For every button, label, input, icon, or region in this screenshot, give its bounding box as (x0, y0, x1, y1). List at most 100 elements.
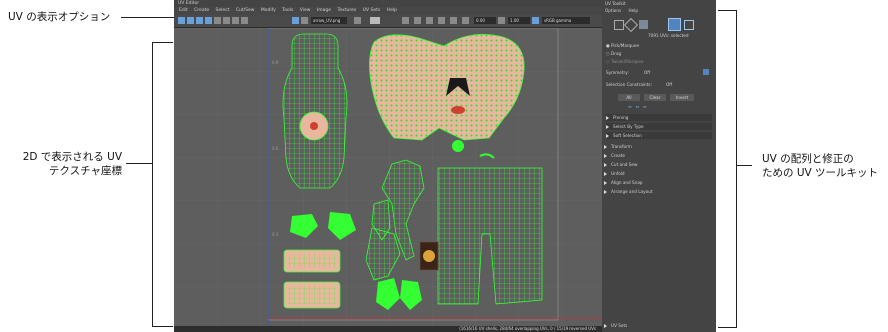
brightness-slider[interactable] (370, 17, 380, 24)
section-arrange-and-layout[interactable]: Arrange and Layout (604, 188, 710, 195)
callout-toolkit-line2: ための UV ツールキット (762, 167, 879, 179)
radio-pick-marquee[interactable]: ● Pick/Marquee (606, 43, 639, 48)
menu-create[interactable]: Create (194, 8, 209, 13)
radio-drag[interactable]: ○ Drag (606, 51, 621, 56)
menu-select[interactable]: Select (216, 8, 230, 13)
callout-line-toolkit (736, 165, 752, 166)
gamma-icon[interactable] (462, 17, 469, 24)
filter-display-icon[interactable] (205, 17, 212, 24)
radio-tweak-marquee-label: Tweak/Marquee (611, 59, 644, 64)
callout-display-options: UV の表示オプション (8, 11, 111, 23)
color-management-icon[interactable] (414, 17, 421, 24)
uv-edge-mode-icon[interactable] (623, 17, 639, 33)
section-uv-sets[interactable]: UV Sets (604, 322, 710, 329)
uv-shell-torso-hole (310, 122, 318, 130)
view-transform-icon[interactable] (532, 17, 539, 24)
v-tick-label: 0.3 (272, 232, 279, 237)
menu-help[interactable]: Help (387, 8, 397, 13)
menu-help[interactable]: Help (629, 8, 639, 13)
radio-tweak-marquee[interactable]: ○ Tweak/Marquee (606, 59, 644, 64)
uv-display-toolbar: arrow_UV.png 0.00 1.00 sRGB gamma (174, 15, 602, 28)
distortion-display-icon[interactable] (196, 17, 203, 24)
menu-modify[interactable]: Modify (261, 8, 276, 13)
uv-shell-small-dot[interactable] (452, 140, 464, 152)
texture-field[interactable]: arrow_UV.png (311, 17, 347, 24)
uv-shell-bar-top-mesh (288, 254, 336, 268)
uv-editor-title: UV Editor (174, 0, 602, 7)
section-create-label: Create (611, 153, 625, 158)
symmetry-dropdown[interactable]: Off (644, 70, 650, 75)
texture-select-icon[interactable] (301, 17, 308, 24)
shading-display-icon[interactable] (187, 17, 194, 24)
uv-status-bar: (1616/16 UV shells, 284/64 overlapping U… (174, 326, 602, 332)
section-cut-and-sew-label: Cut and Sew (611, 162, 638, 167)
radio-pick-marquee-label: Pick/Marquee (611, 43, 640, 48)
symmetry-label: Symmetry: (606, 70, 629, 75)
uv-editor-window: UV Editor Edit Create Select Cut/Sew Mod… (174, 0, 602, 332)
section-select-by-type[interactable]: Select By Type (606, 123, 712, 130)
callout-line-display-options (121, 17, 175, 18)
callout-bracket-toolkit (718, 10, 737, 328)
v-tick-label: 0.6 (272, 146, 279, 151)
uv-texture-view[interactable]: 0.9 0.6 0.3 (174, 28, 602, 326)
menu-edit[interactable]: Edit (179, 8, 188, 13)
menu-options[interactable]: Options (605, 8, 621, 13)
grid-display-icon[interactable] (214, 17, 221, 24)
uv-shell-emblem-badge (423, 250, 435, 262)
section-select-by-type-label: Select By Type (613, 124, 644, 129)
section-cut-and-sew[interactable]: Cut and Sew (604, 161, 710, 168)
pixel-snap-icon[interactable] (223, 17, 230, 24)
uv-editor-menubar: Edit Create Select Cut/Sew Modify Tools … (174, 7, 602, 15)
section-unfold-label: Unfold (611, 171, 625, 176)
menu-textures[interactable]: Textures (337, 8, 356, 13)
gamma-toggle-icon[interactable] (498, 17, 505, 24)
section-create[interactable]: Create (604, 152, 710, 159)
menu-image[interactable]: Image (317, 8, 331, 13)
uv-shell-mode-icon[interactable] (668, 18, 681, 31)
section-transform[interactable]: Transform (604, 143, 710, 150)
color-space-dropdown[interactable]: sRGB gamma (542, 17, 590, 24)
section-soft-selection[interactable]: Soft Selection (606, 132, 712, 139)
select-clear-button[interactable]: Clear (644, 94, 666, 101)
callout-uv-2d-line1: 2D で表示される UV (22, 151, 122, 163)
uv-layout-canvas: 0.9 0.6 0.3 (174, 28, 602, 326)
menu-uv-sets[interactable]: UV Sets (363, 8, 381, 13)
lock-icon[interactable] (241, 17, 248, 24)
select-shell-icons[interactable]: ⇔ ⇔ ⇔ (628, 104, 647, 109)
section-pinning-label: Pinning (613, 115, 629, 120)
v-tick-label: 0.9 (272, 60, 279, 65)
dim-image-icon[interactable] (354, 17, 361, 24)
radio-drag-label: Drag (611, 51, 622, 56)
callout-bracket-uv-view (152, 42, 173, 327)
callout-uv-2d: 2D で表示される UV テクスチャ座標 (22, 150, 122, 178)
callout-uv-2d-line2: テクスチャ座標 (48, 165, 122, 177)
gamma-value[interactable]: 1.00 (508, 17, 530, 24)
section-unfold[interactable]: Unfold (604, 170, 710, 177)
section-soft-selection-label: Soft Selection (613, 133, 642, 138)
luminance-icon[interactable] (450, 17, 457, 24)
constraints-label: Selection Constraints: (606, 82, 652, 87)
uv-shell-torso[interactable] (282, 33, 348, 189)
menu-tools[interactable]: Tools (282, 8, 293, 13)
select-invert-button[interactable]: Invert (670, 94, 694, 101)
section-uv-sets-label: UV Sets (611, 323, 628, 328)
symmetry-settings-icon[interactable] (703, 69, 709, 75)
checker-display-icon[interactable] (178, 17, 185, 24)
select-all-button[interactable]: All (618, 94, 640, 101)
uv-vertex-mode-icon[interactable] (614, 20, 624, 30)
section-transform-label: Transform (611, 144, 632, 149)
alpha-channel-icon[interactable] (438, 17, 445, 24)
constraints-dropdown[interactable]: Off (666, 82, 672, 87)
exposure-icon[interactable] (402, 17, 409, 24)
exposure-value[interactable]: 0.00 (474, 17, 496, 24)
image-display-icon[interactable] (292, 17, 299, 24)
isolate-icon[interactable] (232, 17, 239, 24)
menu-cut-sew[interactable]: Cut/Sew (236, 8, 255, 13)
section-pinning[interactable]: Pinning (606, 114, 712, 121)
menu-view[interactable]: View (300, 8, 311, 13)
rgb-channel-icon[interactable] (426, 17, 433, 24)
uv-face-mode-icon[interactable] (639, 20, 648, 29)
uv-toolkit-title: UV Toolkit (605, 1, 626, 6)
section-align-and-snap[interactable]: Align and Snap (604, 179, 710, 186)
uv-grid-mode-icon[interactable] (684, 20, 694, 30)
